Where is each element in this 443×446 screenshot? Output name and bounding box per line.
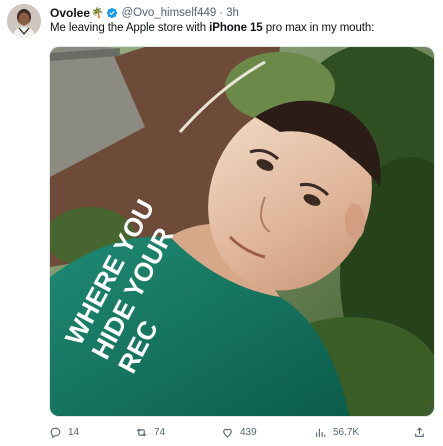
share-icon bbox=[415, 426, 424, 437]
tweet-header: Ovolee 🌴 @Ovo_himself449 · 3h bbox=[50, 5, 239, 21]
avatar[interactable] bbox=[7, 4, 41, 38]
share-button[interactable] bbox=[413, 423, 432, 441]
reply-count: 14 bbox=[68, 426, 80, 438]
display-name[interactable]: Ovolee bbox=[50, 6, 90, 20]
handle[interactable]: @Ovo_himself449 bbox=[121, 7, 216, 19]
tweet-text: Me leaving the Apple store with iPhone 1… bbox=[50, 22, 374, 34]
repost-button[interactable]: 74 bbox=[135, 423, 165, 441]
timestamp[interactable]: 3h bbox=[226, 7, 239, 19]
repost-icon bbox=[136, 427, 147, 437]
heart-icon bbox=[223, 428, 232, 437]
tweet-photo[interactable]: WHERE YOU HIDE YOUR REC bbox=[49, 46, 435, 417]
like-button[interactable]: 439 bbox=[221, 423, 257, 441]
views-button[interactable]: 56.7K bbox=[314, 423, 359, 441]
comment-icon bbox=[50, 427, 61, 438]
tweet-text-bold: iPhone 15 bbox=[209, 22, 263, 34]
repost-count: 74 bbox=[154, 426, 166, 438]
reply-button[interactable]: 14 bbox=[49, 423, 79, 441]
separator-dot: · bbox=[219, 7, 224, 19]
action-bar: 14 74 439 56.7K bbox=[49, 423, 435, 441]
tweet-text-start: Me leaving the Apple store with bbox=[50, 22, 210, 34]
selfie-image: WHERE YOU HIDE YOUR REC bbox=[50, 47, 434, 416]
views-count: 56.7K bbox=[333, 426, 360, 438]
verified-badge-icon bbox=[107, 7, 118, 19]
views-chart-icon bbox=[316, 428, 326, 437]
palm-tree-emoji: 🌴 bbox=[91, 7, 104, 19]
like-count: 439 bbox=[240, 426, 257, 438]
tweet: Ovolee 🌴 @Ovo_himself449 · 3h Me leaving… bbox=[0, 0, 443, 446]
tweet-text-end: pro max in my mouth: bbox=[262, 22, 375, 34]
